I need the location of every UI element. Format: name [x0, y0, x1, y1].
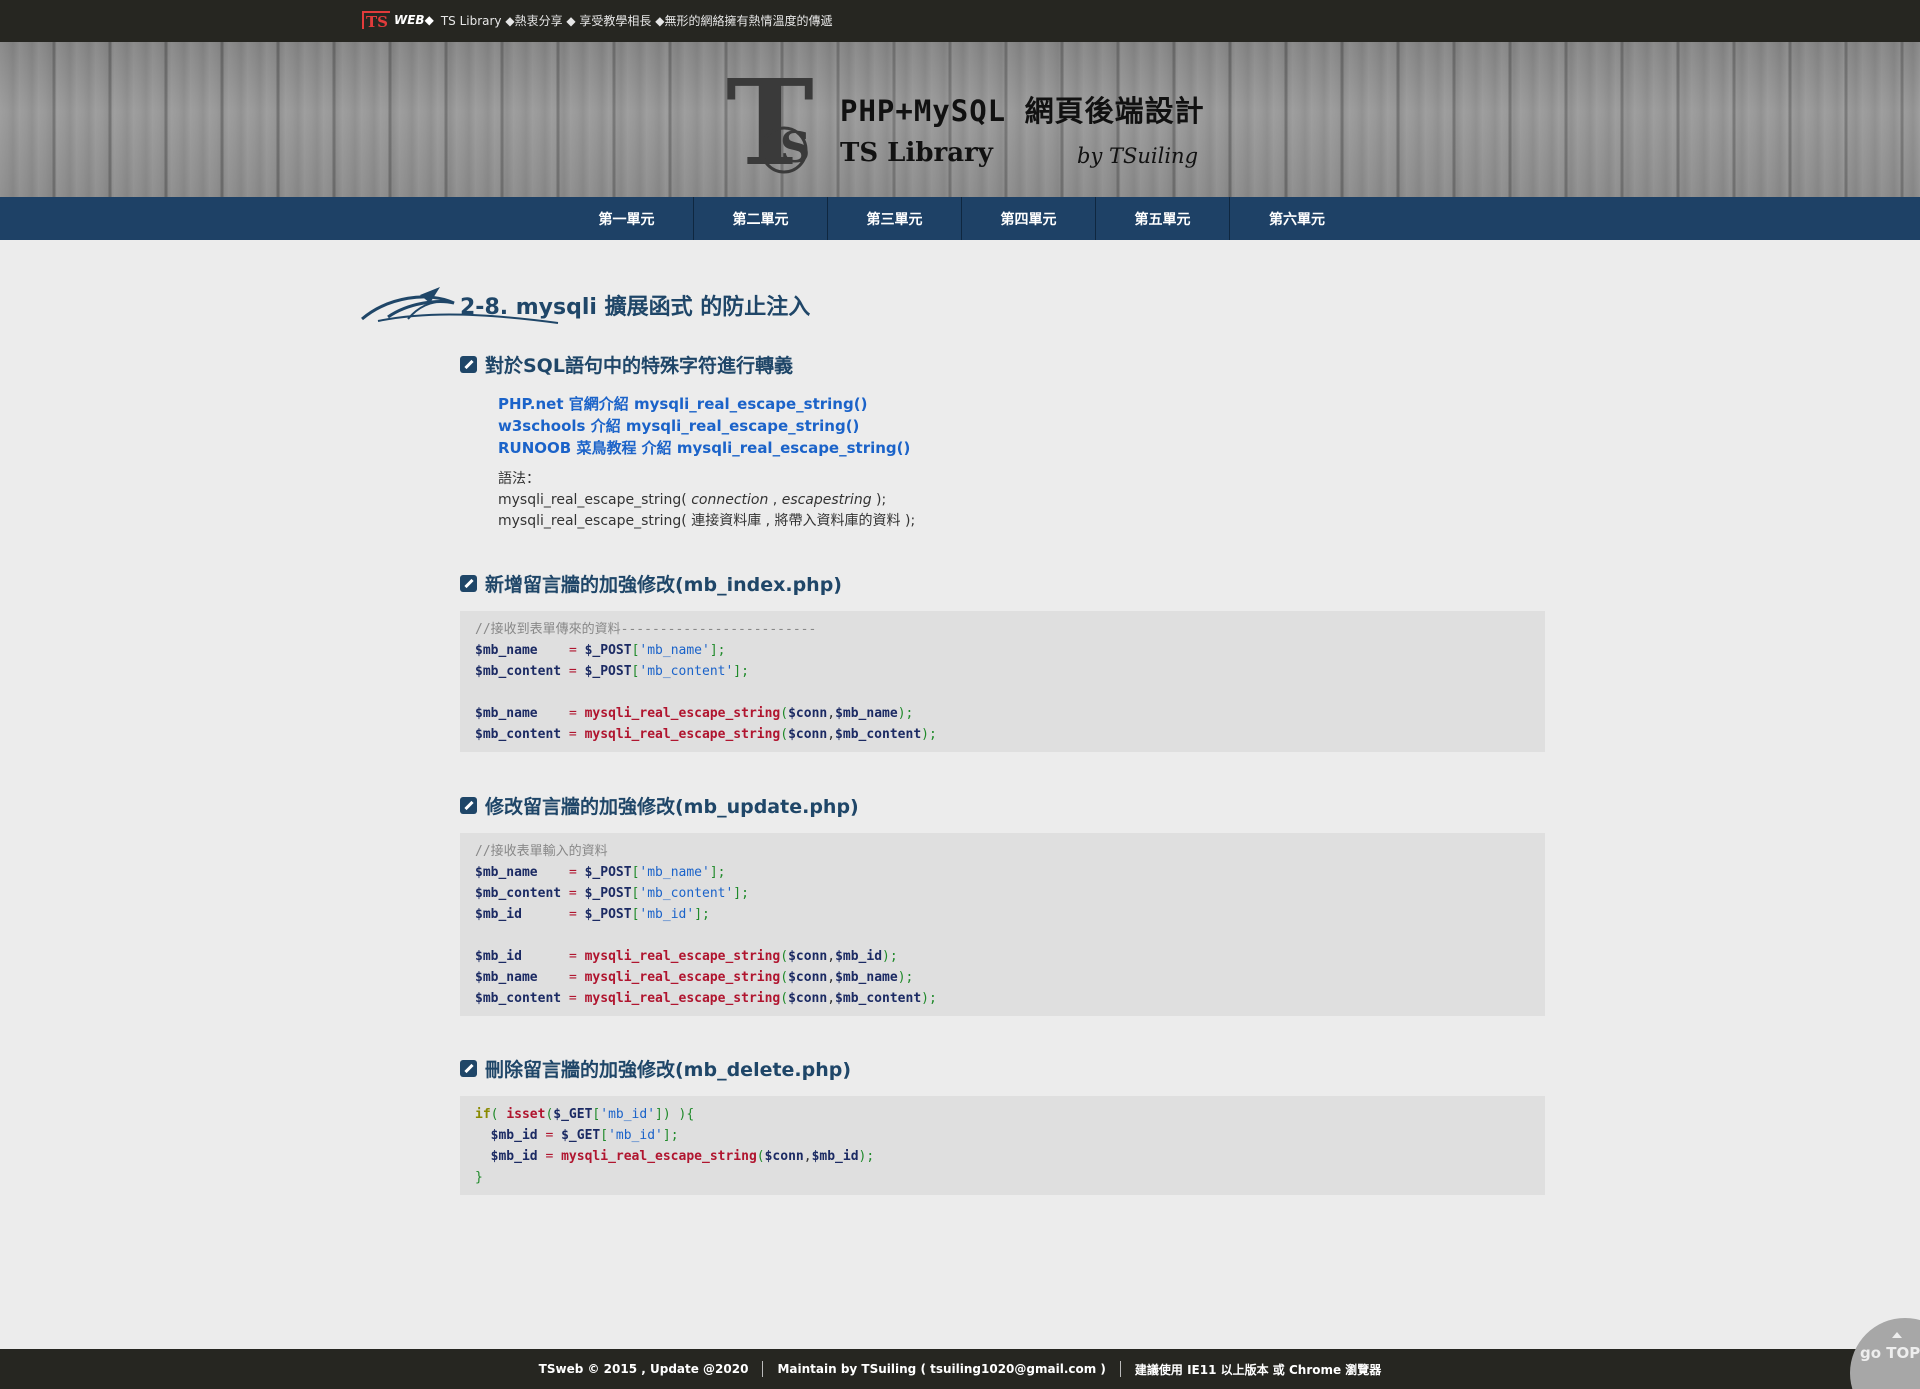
code-line: $mb_name = $_POST['mb_name']; — [475, 643, 726, 658]
section-mb-delete: 刪除留言牆的加強修改(mb_delete.php) — [460, 1055, 851, 1081]
edit-icon — [460, 574, 477, 592]
syntax-line-2: mysqli_real_escape_string( 連接資料庫 , 將帶入資料… — [498, 513, 916, 529]
site-title: PHP+MySQL 網頁後端設計 — [840, 94, 1205, 128]
edit-icon — [460, 1059, 477, 1077]
top-strip-content: TS WEB◆ TS Library ◆熱衷分享 ◆ 享受教學相長 ◆無形的網絡… — [362, 10, 832, 30]
nav-item-unit-4[interactable]: 第四單元 — [962, 197, 1096, 240]
nav-list: 第一單元 第二單元 第三單元 第四單元 第五單元 第六單元 — [560, 197, 1364, 240]
up-arrow-icon — [1892, 1332, 1902, 1338]
section-heading: 修改留言牆的加強修改(mb_update.php) — [460, 792, 859, 818]
go-top-label: go TOP — [1860, 1344, 1920, 1362]
syntax-arg-escapestring: escapestring — [781, 492, 872, 508]
nav-item-unit-1[interactable]: 第一單元 — [560, 197, 694, 240]
nav-item-unit-6[interactable]: 第六單元 — [1230, 197, 1364, 240]
section-mb-index: 新增留言牆的加強修改(mb_index.php) — [460, 570, 842, 596]
ts-small-logo[interactable]: TS — [362, 11, 390, 30]
footer-copyright: TSweb © 2015 , Update @2020 — [538, 1362, 749, 1376]
code-comment: //接收表單輸入的資料 — [475, 844, 608, 859]
main-nav: 第一單元 第二單元 第三單元 第四單元 第五單元 第六單元 — [0, 197, 1920, 240]
site-subtitle: TS Library — [840, 138, 993, 168]
syntax-end: ); — [871, 492, 887, 508]
section-escape-intro: 對於SQL語句中的特殊字符進行轉義 — [460, 351, 793, 377]
syntax-line-1: mysqli_real_escape_string( connection , … — [498, 490, 915, 511]
edit-icon — [460, 355, 477, 373]
link-w3schools[interactable]: w3schools 介紹 mysqli_real_escape_string() — [498, 415, 910, 437]
nav-item-unit-5[interactable]: 第五單元 — [1096, 197, 1230, 240]
section-title: 刪除留言牆的加強修改(mb_delete.php) — [485, 1058, 852, 1081]
code-line: $mb_id = $_POST['mb_id']; — [475, 907, 710, 922]
syntax-fn: mysqli_real_escape_string( — [498, 492, 692, 508]
nav-item-unit-2[interactable]: 第二單元 — [694, 197, 828, 240]
section-heading: 對於SQL語句中的特殊字符進行轉義 — [460, 351, 793, 377]
section-title: 新增留言牆的加強修改(mb_index.php) — [485, 573, 842, 596]
code-block-mb-index[interactable]: //接收到表單傳來的資料------------------------- $mb… — [460, 611, 1545, 752]
site-tagline: TS Library ◆熱衷分享 ◆ 享受教學相長 ◆無形的網絡擁有熱情溫度的傳… — [440, 13, 833, 28]
code-line: if( isset($_GET['mb_id']) ){ — [475, 1107, 695, 1122]
web-mark: WEB◆ — [394, 13, 434, 27]
code-line: $mb_name = $_POST['mb_name']; — [475, 865, 726, 880]
edit-icon — [460, 796, 477, 814]
code-line: $mb_content = mysqli_real_escape_string(… — [475, 727, 937, 742]
site-brand[interactable]: T S PHP+MySQL 網頁後端設計 TS Library by TSuil… — [722, 58, 1205, 188]
syntax-label: 語法： — [498, 471, 540, 487]
go-top-button[interactable]: go TOP — [1850, 1318, 1920, 1389]
code-line: $mb_content = $_POST['mb_content']; — [475, 886, 749, 901]
code-line: $mb_name = mysqli_real_escape_string($co… — [475, 706, 914, 721]
link-runoob[interactable]: RUNOOB 菜鳥教程 介紹 mysqli_real_escape_string… — [498, 437, 910, 459]
code-line: $mb_content = mysqli_real_escape_string(… — [475, 991, 937, 1006]
footer-browser-note: 建議使用 IE11 以上版本 或 Chrome 瀏覽器 — [1134, 1362, 1382, 1377]
ts-logo-icon: T S — [726, 58, 814, 182]
code-line: $mb_content = $_POST['mb_content']; — [475, 664, 749, 679]
section-heading: 刪除留言牆的加強修改(mb_delete.php) — [460, 1055, 851, 1081]
section-title: 對於SQL語句中的特殊字符進行轉義 — [485, 354, 793, 377]
section-title: 修改留言牆的加強修改(mb_update.php) — [485, 795, 859, 818]
code-line: $mb_id = mysqli_real_escape_string($conn… — [475, 949, 898, 964]
syntax-sep: , — [768, 492, 782, 508]
code-block-mb-delete[interactable]: if( isset($_GET['mb_id']) ){ $mb_id = $_… — [460, 1096, 1545, 1195]
code-line: } — [475, 1170, 483, 1185]
page-title-block: 2-8. mysqli 擴展函式 的防止注入 — [358, 281, 958, 329]
top-strip: TS WEB◆ TS Library ◆熱衷分享 ◆ 享受教學相長 ◆無形的網絡… — [0, 0, 1920, 42]
section-heading: 新增留言牆的加強修改(mb_index.php) — [460, 570, 842, 596]
site-header-banner: T S PHP+MySQL 網頁後端設計 TS Library by TSuil… — [0, 42, 1920, 197]
page-title: 2-8. mysqli 擴展函式 的防止注入 — [460, 295, 811, 320]
section-mb-update: 修改留言牆的加強修改(mb_update.php) — [460, 792, 859, 818]
code-line: $mb_id = mysqli_real_escape_string($conn… — [490, 1149, 875, 1164]
site-footer: TSweb © 2015 , Update @2020 Maintain by … — [0, 1349, 1920, 1389]
code-line: $mb_name = mysqli_real_escape_string($co… — [475, 970, 914, 985]
footer-maintainer: Maintain by TSuiling ( tsuiling1020@gmai… — [777, 1362, 1106, 1376]
code-block-mb-update[interactable]: //接收表單輸入的資料 $mb_name = $_POST['mb_name'];… — [460, 833, 1545, 1016]
reference-links: PHP.net 官網介紹 mysqli_real_escape_string()… — [498, 393, 910, 459]
nav-item-unit-3[interactable]: 第三單元 — [828, 197, 962, 240]
code-comment: //接收到表單傳來的資料------------------------- — [475, 622, 817, 637]
code-line: $mb_id = $_GET['mb_id']; — [490, 1128, 679, 1143]
site-byline: by TSuiling — [1077, 144, 1199, 168]
syntax-arg-connection: connection — [691, 492, 769, 508]
link-php-net[interactable]: PHP.net 官網介紹 mysqli_real_escape_string() — [498, 393, 910, 415]
syntax-block: 語法： mysqli_real_escape_string( connectio… — [498, 469, 915, 532]
